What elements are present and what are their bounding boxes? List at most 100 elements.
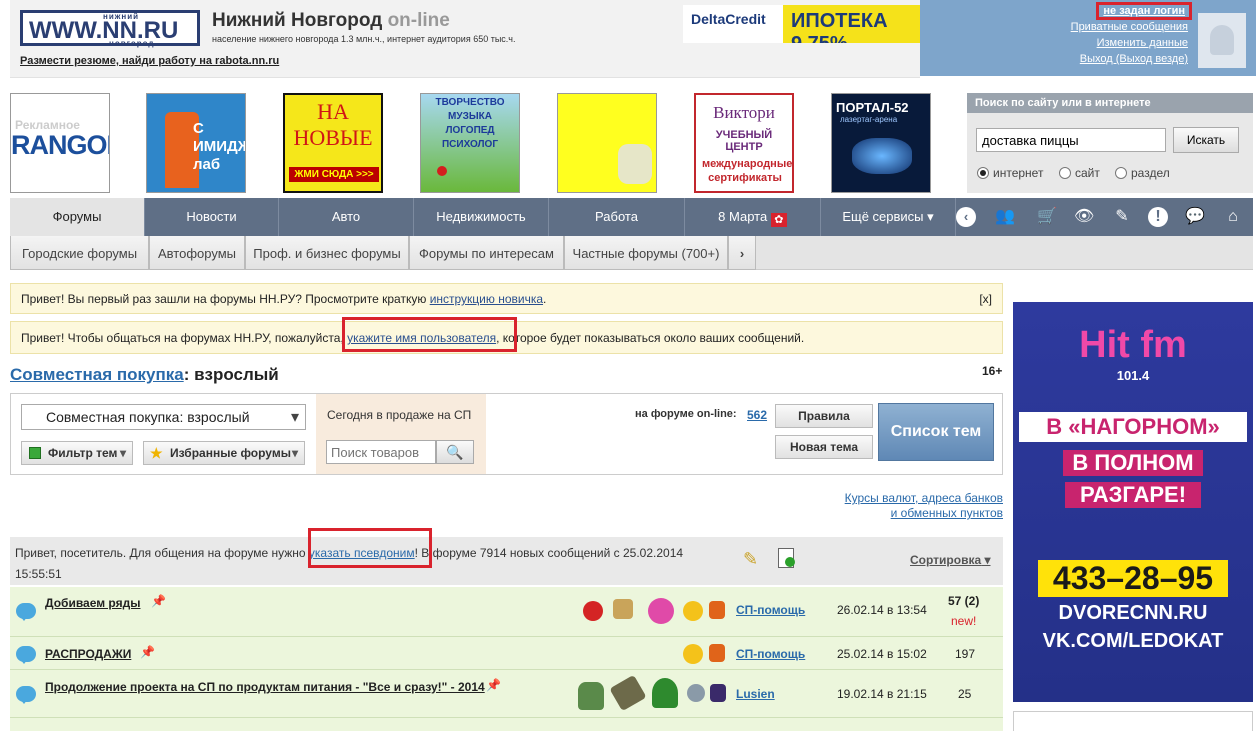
nav-jobs[interactable]: Работа <box>549 198 685 236</box>
edit-profile-link[interactable]: Изменить данные <box>1097 37 1188 49</box>
users-icon[interactable]: 👥 <box>995 207 1015 227</box>
search-input[interactable] <box>976 128 1166 152</box>
subnav-auto-forums[interactable]: Автофорумы <box>149 236 245 270</box>
online-count-link[interactable]: 562 <box>747 408 767 422</box>
newbie-guide-link[interactable]: инструкцию новичка <box>430 292 543 306</box>
rules-button[interactable]: Правила <box>775 404 873 428</box>
ad-tv-line: ЛОГОПЕД <box>445 125 495 136</box>
subnav-interest-forums[interactable]: Форумы по интересам <box>409 236 564 270</box>
goods-search-button[interactable]: 🔍 <box>436 440 474 464</box>
flower-icon: ✿ <box>770 213 787 227</box>
table-row[interactable]: Добиваем ряды 📌 СП-помощь 26.02.14 в 13:5… <box>10 587 1003 637</box>
radio-internet[interactable]: интернет <box>977 166 1043 180</box>
topic-bubble-icon <box>16 686 36 704</box>
topic-date: 19.02.14 в 21:15 <box>837 687 927 701</box>
site-logo[interactable]: нижний WWW.NN.RU новгород <box>20 10 200 48</box>
pin-icon: 📌 <box>151 594 166 608</box>
up-arrow-icon[interactable]: ⌂ <box>1223 207 1243 227</box>
topic-author[interactable]: СП-помощь <box>736 603 805 617</box>
nav-auto[interactable]: Авто <box>279 198 414 236</box>
sort-dropdown[interactable]: Сортировка ▾ <box>910 553 991 567</box>
topic-filter-button[interactable]: Фильтр тем <box>21 441 133 465</box>
nav-forums[interactable]: Форумы <box>10 198 145 236</box>
ad-imidj-text: С ИМИДЖ лаб <box>193 120 246 173</box>
logo-main-text: WWW.NN.RU <box>29 17 179 44</box>
forum-select[interactable]: Совместная покупка: взрослый <box>21 404 306 430</box>
ad-portal52[interactable]: ПОРТАЛ-52 лазертаг-арена <box>831 93 931 193</box>
table-row[interactable]: Продолжение проекта на СП по продуктам п… <box>10 670 1003 718</box>
search-button[interactable]: Искать <box>1173 127 1239 153</box>
section-link[interactable]: Совместная покупка <box>10 365 184 384</box>
age-rating: 16+ <box>982 364 1003 378</box>
back-arrow-icon[interactable]: ‹ <box>956 207 976 227</box>
today-sale-box: Сегодня в продаже на СП 🔍 <box>316 394 486 474</box>
ad-imidj[interactable]: С ИМИДЖ лаб <box>146 93 246 193</box>
nav-more-services[interactable]: Ещё сервисы ▾ <box>821 198 956 236</box>
radio-section[interactable]: раздел <box>1115 166 1170 180</box>
topic-date: 26.02.14 в 13:54 <box>837 603 927 617</box>
nav-8-march[interactable]: 8 Марта ✿ <box>685 198 821 236</box>
deltacredit-logo: DeltaCredit <box>683 5 783 43</box>
greeting-time: 15:55:51 <box>15 567 62 581</box>
eye-icon[interactable]: 👁 <box>1074 207 1094 227</box>
table-row[interactable]: РАСПРОДАЖИ 📌 СП-помощь 25.02.14 в 15:02 1… <box>10 637 1003 670</box>
visitor-greeting-bar: Привет, посетитель. Для общения на форум… <box>10 537 1003 585</box>
site-title: Нижний Новгород on-line <box>212 10 450 31</box>
topic-title[interactable]: РАСПРОДАЖИ <box>45 647 131 661</box>
gift-icon <box>613 599 633 619</box>
nav-news[interactable]: Новости <box>145 198 279 236</box>
deltacredit-banner[interactable]: DeltaCredit ИПОТЕКА 9,75% <box>683 5 923 43</box>
nav-realty[interactable]: Недвижимость <box>414 198 549 236</box>
currency-rates-link[interactable]: Курсы валют, адреса банков и обменных пу… <box>845 491 1003 521</box>
ad-rangon[interactable]: Рекламное RANGON <box>10 93 110 193</box>
topic-title[interactable]: Продолжение проекта на СП по продуктам п… <box>45 680 485 694</box>
ad-hitfm-site1: DVORECNN.RU <box>1058 602 1208 624</box>
subnav-business-forums[interactable]: Проф. и бизнес форумы <box>245 236 409 270</box>
favorite-forums-button[interactable]: ★ Избранные форумы <box>143 441 305 465</box>
close-notice-button[interactable]: [x] <box>979 284 992 314</box>
ad-novye[interactable]: НА НОВЫЕ ЖМИ СЮДА >>> <box>283 93 383 193</box>
resume-link[interactable]: Размести резюме, найди работу на rabota.… <box>20 55 279 67</box>
ad-yellow[interactable] <box>557 93 657 193</box>
ad-portal-title: ПОРТАЛ-52 <box>836 100 909 115</box>
login-status-link[interactable]: не задан логин <box>1096 2 1192 20</box>
star-icon: ★ <box>150 445 163 461</box>
avatar[interactable] <box>1198 13 1246 68</box>
topic-new-badge: new! <box>951 614 977 628</box>
radio-site[interactable]: сайт <box>1059 166 1100 180</box>
ad-hitfm-line2: В ПОЛНОМ <box>1063 450 1203 476</box>
document-icon[interactable] <box>778 548 795 568</box>
write-icon[interactable]: ✎ <box>743 549 758 570</box>
deltacredit-text: ИПОТЕКА 9,75% <box>791 10 888 43</box>
newbie-notice: Привет! Вы первый раз зашли на форумы НН… <box>10 283 1003 314</box>
logout-link[interactable]: Выход (Выход везде) <box>1080 53 1188 65</box>
fir-tree-icon <box>578 682 604 710</box>
sun-icon <box>683 601 703 621</box>
ad-novye-text: НА НОВЫЕ <box>293 99 373 150</box>
alert-icon[interactable]: ! <box>1148 207 1168 227</box>
goods-search-input[interactable] <box>326 440 436 464</box>
today-sale-label: Сегодня в продаже на СП <box>327 408 472 422</box>
topic-date: 25.02.14 в 15:02 <box>837 647 927 661</box>
radio-dot-icon <box>1059 167 1071 179</box>
private-messages-link[interactable]: Приватные сообщения <box>1071 21 1188 33</box>
subnav-more-icon[interactable]: › <box>728 236 756 270</box>
topic-author[interactable]: Lusien <box>736 687 775 701</box>
table-row[interactable] <box>10 718 1003 731</box>
chat-icon[interactable]: 💬 <box>1185 207 1205 227</box>
section-title: Совместная покупка: взрослый <box>10 365 279 384</box>
subnav-city-forums[interactable]: Городские форумы <box>10 236 149 270</box>
ad-viktori[interactable]: Виктори УЧЕБНЫЙ ЦЕНТР международные серт… <box>694 93 794 193</box>
topic-list-button[interactable]: Список тем <box>878 403 994 461</box>
highlight-box <box>342 317 517 352</box>
topic-author[interactable]: СП-помощь <box>736 647 805 661</box>
ad-hitfm-freq: 101.4 <box>1116 368 1150 383</box>
topic-title[interactable]: Добиваем ряды <box>45 596 140 610</box>
ad-tvorchestvo[interactable]: ТВОРЧЕСТВО МУЗЫКА ЛОГОПЕД ПСИХОЛОГ <box>420 93 520 193</box>
subnav-private-forums[interactable]: Частные форумы (700+) <box>564 236 728 270</box>
pencil-icon[interactable]: ✎ <box>1112 207 1132 227</box>
search-panel: Поиск по сайту или в интернете Искать ин… <box>967 93 1253 193</box>
new-topic-button[interactable]: Новая тема <box>775 435 873 459</box>
cart-icon[interactable]: 🛒 <box>1037 207 1057 227</box>
ad-hitfm[interactable]: Hit fm 101.4 В «НАГОРНОМ» В ПОЛНОМ РАЗГА… <box>1013 302 1253 702</box>
